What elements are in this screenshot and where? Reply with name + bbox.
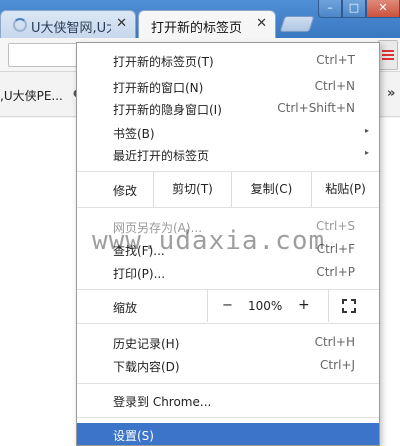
bookmarks-overflow-button[interactable]: » (387, 86, 395, 101)
zoom-controls: − 100% + (207, 290, 329, 322)
menu-item-label: 查找(F)... (113, 244, 165, 258)
loading-spinner-icon (13, 18, 27, 32)
zoom-label: 缩放 (113, 301, 138, 315)
tab-udaxia[interactable]: U大侠智网,U大 ✕ (0, 10, 136, 38)
menu-separator (77, 383, 379, 384)
menu-item-new-incognito-window[interactable]: 打开新的隐身窗口(I) Ctrl+Shift+N (77, 97, 379, 119)
tab-title: U大侠智网,U大 (31, 21, 111, 36)
menu-item-label: 设置(S) (113, 429, 154, 443)
menu-item-label: 最近打开的标签页 (113, 149, 210, 163)
title-bar: U大侠智网,U大 ✕ 打开新的标签页 ✕ – □ ✕ (0, 0, 400, 38)
close-window-button[interactable]: ✕ (366, 0, 400, 18)
submenu-arrow-icon: ▸ (364, 148, 369, 157)
fullscreen-icon[interactable] (342, 299, 356, 313)
menu-item-bookmarks[interactable]: 书签(B) ▸ (77, 121, 379, 143)
menu-item-sign-in[interactable]: 登录到 Chrome... (77, 389, 379, 411)
chrome-menu: 打开新的标签页(T) Ctrl+T 打开新的窗口(N) Ctrl+N 打开新的隐… (76, 42, 380, 446)
menu-item-label: 下载内容(D) (113, 360, 180, 374)
submenu-arrow-icon: ▸ (364, 126, 369, 135)
hamburger-icon (382, 50, 394, 52)
zoom-in-button[interactable]: + (298, 297, 310, 313)
menu-item-shortcut: Ctrl+H (314, 335, 355, 349)
menu-item-label: 书签(B) (113, 127, 155, 141)
menu-item-shortcut: Ctrl+F (316, 242, 355, 256)
menu-item-label: 打开新的窗口(N) (113, 81, 204, 95)
menu-item-print[interactable]: 打印(P)... Ctrl+P (77, 261, 379, 283)
copy-button[interactable]: 复制(C) (231, 171, 311, 207)
edit-label: 修改 (113, 184, 138, 198)
minimize-button[interactable]: – (318, 0, 342, 18)
bookmark-item[interactable]: ,U大侠PE... (0, 87, 63, 104)
menu-item-history[interactable]: 历史记录(H) Ctrl+H (77, 331, 379, 353)
tab-close-icon[interactable]: ✕ (256, 16, 267, 32)
menu-item-settings[interactable]: 设置(S) (77, 423, 379, 445)
zoom-row: 缩放 − 100% + (77, 290, 379, 322)
cut-button[interactable]: 剪切(T) (153, 171, 231, 207)
menu-item-save-page[interactable]: 网页另存为(A)... Ctrl+S (77, 215, 379, 237)
menu-item-shortcut: Ctrl+T (316, 53, 355, 67)
menu-item-shortcut: Ctrl+Shift+N (277, 101, 355, 115)
maximize-button[interactable]: □ (342, 0, 366, 18)
menu-item-find[interactable]: 查找(F)... Ctrl+F (77, 238, 379, 260)
menu-item-label: 登录到 Chrome... (113, 395, 212, 409)
tab-close-icon[interactable]: ✕ (116, 16, 127, 32)
menu-item-label: 打开新的标签页(T) (113, 55, 214, 69)
menu-item-recent-tabs[interactable]: 最近打开的标签页 ▸ (77, 143, 379, 165)
menu-item-new-window[interactable]: 打开新的窗口(N) Ctrl+N (77, 75, 379, 97)
menu-item-label: 历史记录(H) (113, 337, 180, 351)
new-tab-button[interactable] (279, 16, 315, 32)
tab-new-tab[interactable]: 打开新的标签页 ✕ (138, 10, 276, 38)
menu-separator (77, 323, 379, 324)
zoom-out-button[interactable]: − (222, 298, 233, 313)
menu-separator (77, 417, 379, 418)
menu-item-label: 网页另存为(A)... (113, 221, 203, 235)
menu-item-shortcut: Ctrl+P (316, 265, 355, 279)
chrome-menu-button[interactable] (378, 40, 398, 70)
tab-title: 打开新的标签页 (151, 21, 243, 36)
menu-item-label: 打开新的隐身窗口(I) (113, 103, 222, 117)
menu-item-downloads[interactable]: 下载内容(D) Ctrl+J (77, 354, 379, 376)
menu-separator (77, 207, 379, 208)
menu-item-shortcut: Ctrl+N (314, 79, 355, 93)
menu-item-new-tab[interactable]: 打开新的标签页(T) Ctrl+T (77, 49, 379, 71)
edit-row: 修改 剪切(T) 复制(C) 粘贴(P) (77, 171, 379, 207)
paste-button[interactable]: 粘贴(P) (311, 171, 379, 207)
menu-item-shortcut: Ctrl+S (315, 219, 355, 233)
zoom-level: 100% (248, 299, 283, 313)
menu-item-label: 打印(P)... (113, 267, 166, 281)
menu-item-shortcut: Ctrl+J (320, 358, 355, 372)
